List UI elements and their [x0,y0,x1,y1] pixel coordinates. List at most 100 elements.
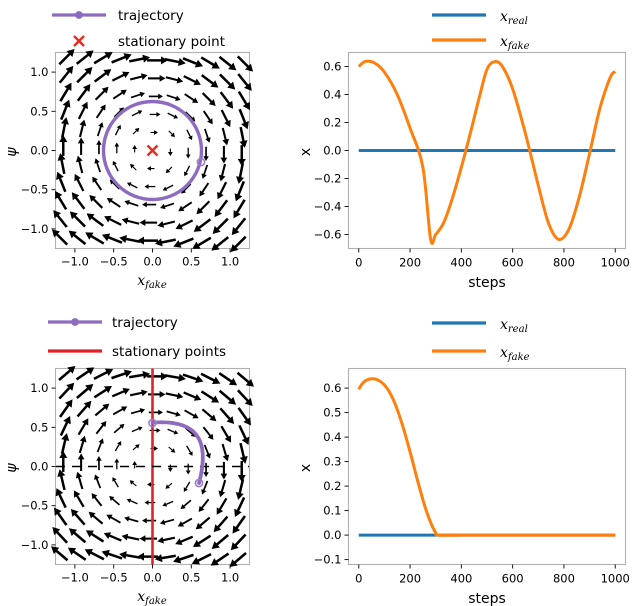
quiver-arrow-shaft [184,409,196,418]
legend-label-trajectory: trajectory [112,315,178,331]
quiver-arrow-shaft [132,446,137,451]
quiver-arrow-head [79,435,87,443]
quiver-arrow-head [156,428,161,433]
quiver-arrow-shaft [129,75,144,81]
y-tick-label: −1.0 [21,538,49,552]
quiver-arrow-shaft [127,201,139,207]
quiver-arrow-head [144,184,149,189]
y-tick-label: −0.5 [21,183,49,197]
quiver-arrow-head [121,217,129,225]
panel-timeseries-top: xreal xfake 0 200 400 600 800 1000 0.6 0.4 0.2 0… [298,0,636,303]
quiver-arrow-head [159,391,166,398]
y-axis-title-top-left: ψ [4,147,20,157]
y-axis-ticks-bottom-right: 0.6 0.5 0.4 0.3 0.2 0.1 0.0 −0.1 [314,381,349,567]
quiver-arrow-shaft [167,428,175,433]
quiver-arrow-shaft [109,199,121,208]
axes-top-right: 0 200 400 600 800 1000 0.6 0.4 0.2 0.0 −0.2 −0.4 −0… [298,51,630,291]
quiver-arrow-shaft [201,408,215,420]
legend-label-stationary-points: stationary points [112,344,226,360]
series-line-x-fake [357,59,617,245]
quiver-arrow-shaft [168,166,173,171]
quiver-arrow-head [185,470,191,475]
quiver-arrow-shaft [129,391,144,397]
y-tick-label: 0.0 [30,460,48,474]
quiver-arrow-shaft [112,91,124,100]
quiver-arrow-shaft [220,479,227,494]
quiver-arrow-head [218,174,226,182]
y-tick-label: 0.5 [30,104,48,118]
x-tick-label: 800 [553,572,575,586]
quiver-arrow-shaft [183,499,192,508]
y-tick-label: −0.5 [21,499,49,513]
quiver-arrow-head [153,130,158,135]
quiver-arrow-head [114,142,120,147]
x-tick-label: 400 [450,256,472,270]
quiver-arrow-shaft [202,480,209,492]
axes-bottom-left: −1.0 −0.5 0.0 0.5 1.0 1.0 0.5 0.0 −0.5 −1.0 xfak… [4,365,254,606]
quiver-arrow-head [79,119,87,127]
y-tick-label: 0.0 [30,144,48,158]
legend-bottom-right: xreal xfake [432,317,530,363]
quiver-arrow-shaft [166,94,178,100]
legend-label-stationary-point: stationary point [118,34,225,50]
quiver-arrow-shaft [95,423,105,435]
quiver-arrow-head [167,151,173,156]
x-tick-label: 200 [399,572,421,586]
quiver-arrow-shaft [130,500,138,505]
quiver-arrow-shaft [114,128,120,136]
quiver-arrow-head [142,517,147,524]
y-tick-label: −1.0 [21,222,49,236]
quiver-arrow-head [222,454,230,462]
quiver-arrow-head [203,472,209,477]
y-tick-label: −0.4 [314,200,342,214]
quiver-arrow-head [121,533,129,541]
quiver-arrow-head [96,140,102,145]
x-axis-ticks-bottom-left: −1.0 −0.5 0.0 0.5 1.0 [61,564,239,585]
x-tick-label: −1.0 [61,255,89,269]
y-tick-label: 0.0 [323,144,341,158]
x-tick-label: 1.0 [221,255,239,269]
quiver-arrow-shaft [96,441,103,453]
quiver-arrow-shaft [163,518,175,524]
quiver-arrow-shaft [202,110,212,122]
quiver-arrow-shaft [77,159,84,174]
quiver-arrow-head [132,461,138,466]
quiver-arrow-shaft [198,516,211,528]
x-tick-label: −0.5 [100,255,128,269]
quiver-arrow-head [158,93,163,100]
y-tick-label: 0.5 [323,406,341,420]
legend-stationary-point-x-icon [73,35,85,47]
x-tick-label: 0.5 [182,571,200,585]
quiver-arrow-shaft [114,444,120,452]
y-tick-label: −0.6 [314,228,342,242]
quiver-arrow-shaft [221,127,228,142]
quiver-arrow-shaft [202,426,212,438]
quiver-arrow-shaft [77,475,84,490]
quiver-arrow-head [141,389,148,397]
x-axis-title-bottom-left: xfake [137,589,167,606]
legend-label-x-fake: xfake [500,34,530,52]
quiver-arrow-head [176,392,184,400]
quiver-arrow-shaft [94,88,107,101]
y-tick-label: 0.3 [323,455,341,469]
quiver-arrow-shaft [132,130,137,135]
x-axis-title-bottom-right: steps [468,591,506,606]
x-tick-label: 600 [502,572,524,586]
quiver-arrow-shaft [165,76,180,82]
x-tick-label: 0 [355,256,362,270]
quiver-arrow-head [222,138,230,146]
quiver-arrow-shaft [131,428,140,433]
quiver-arrow-shaft [200,498,210,510]
quiver-arrow-shaft [165,500,174,505]
quiver-arrow-shaft [203,164,209,176]
quiver-arrow-shaft [165,184,174,190]
x-tick-label: 0.0 [143,255,161,269]
quiver-arrow-head [139,535,146,542]
x-axis-title-top-left: xfake [137,273,167,291]
x-tick-label: 200 [399,256,421,270]
quiver-arrow-head [154,554,163,563]
quiver-arrow-shaft [78,439,85,454]
quiver-arrow-head [159,519,166,525]
quiver-arrow-head [175,411,181,417]
quiver-arrow-shaft [166,410,178,416]
